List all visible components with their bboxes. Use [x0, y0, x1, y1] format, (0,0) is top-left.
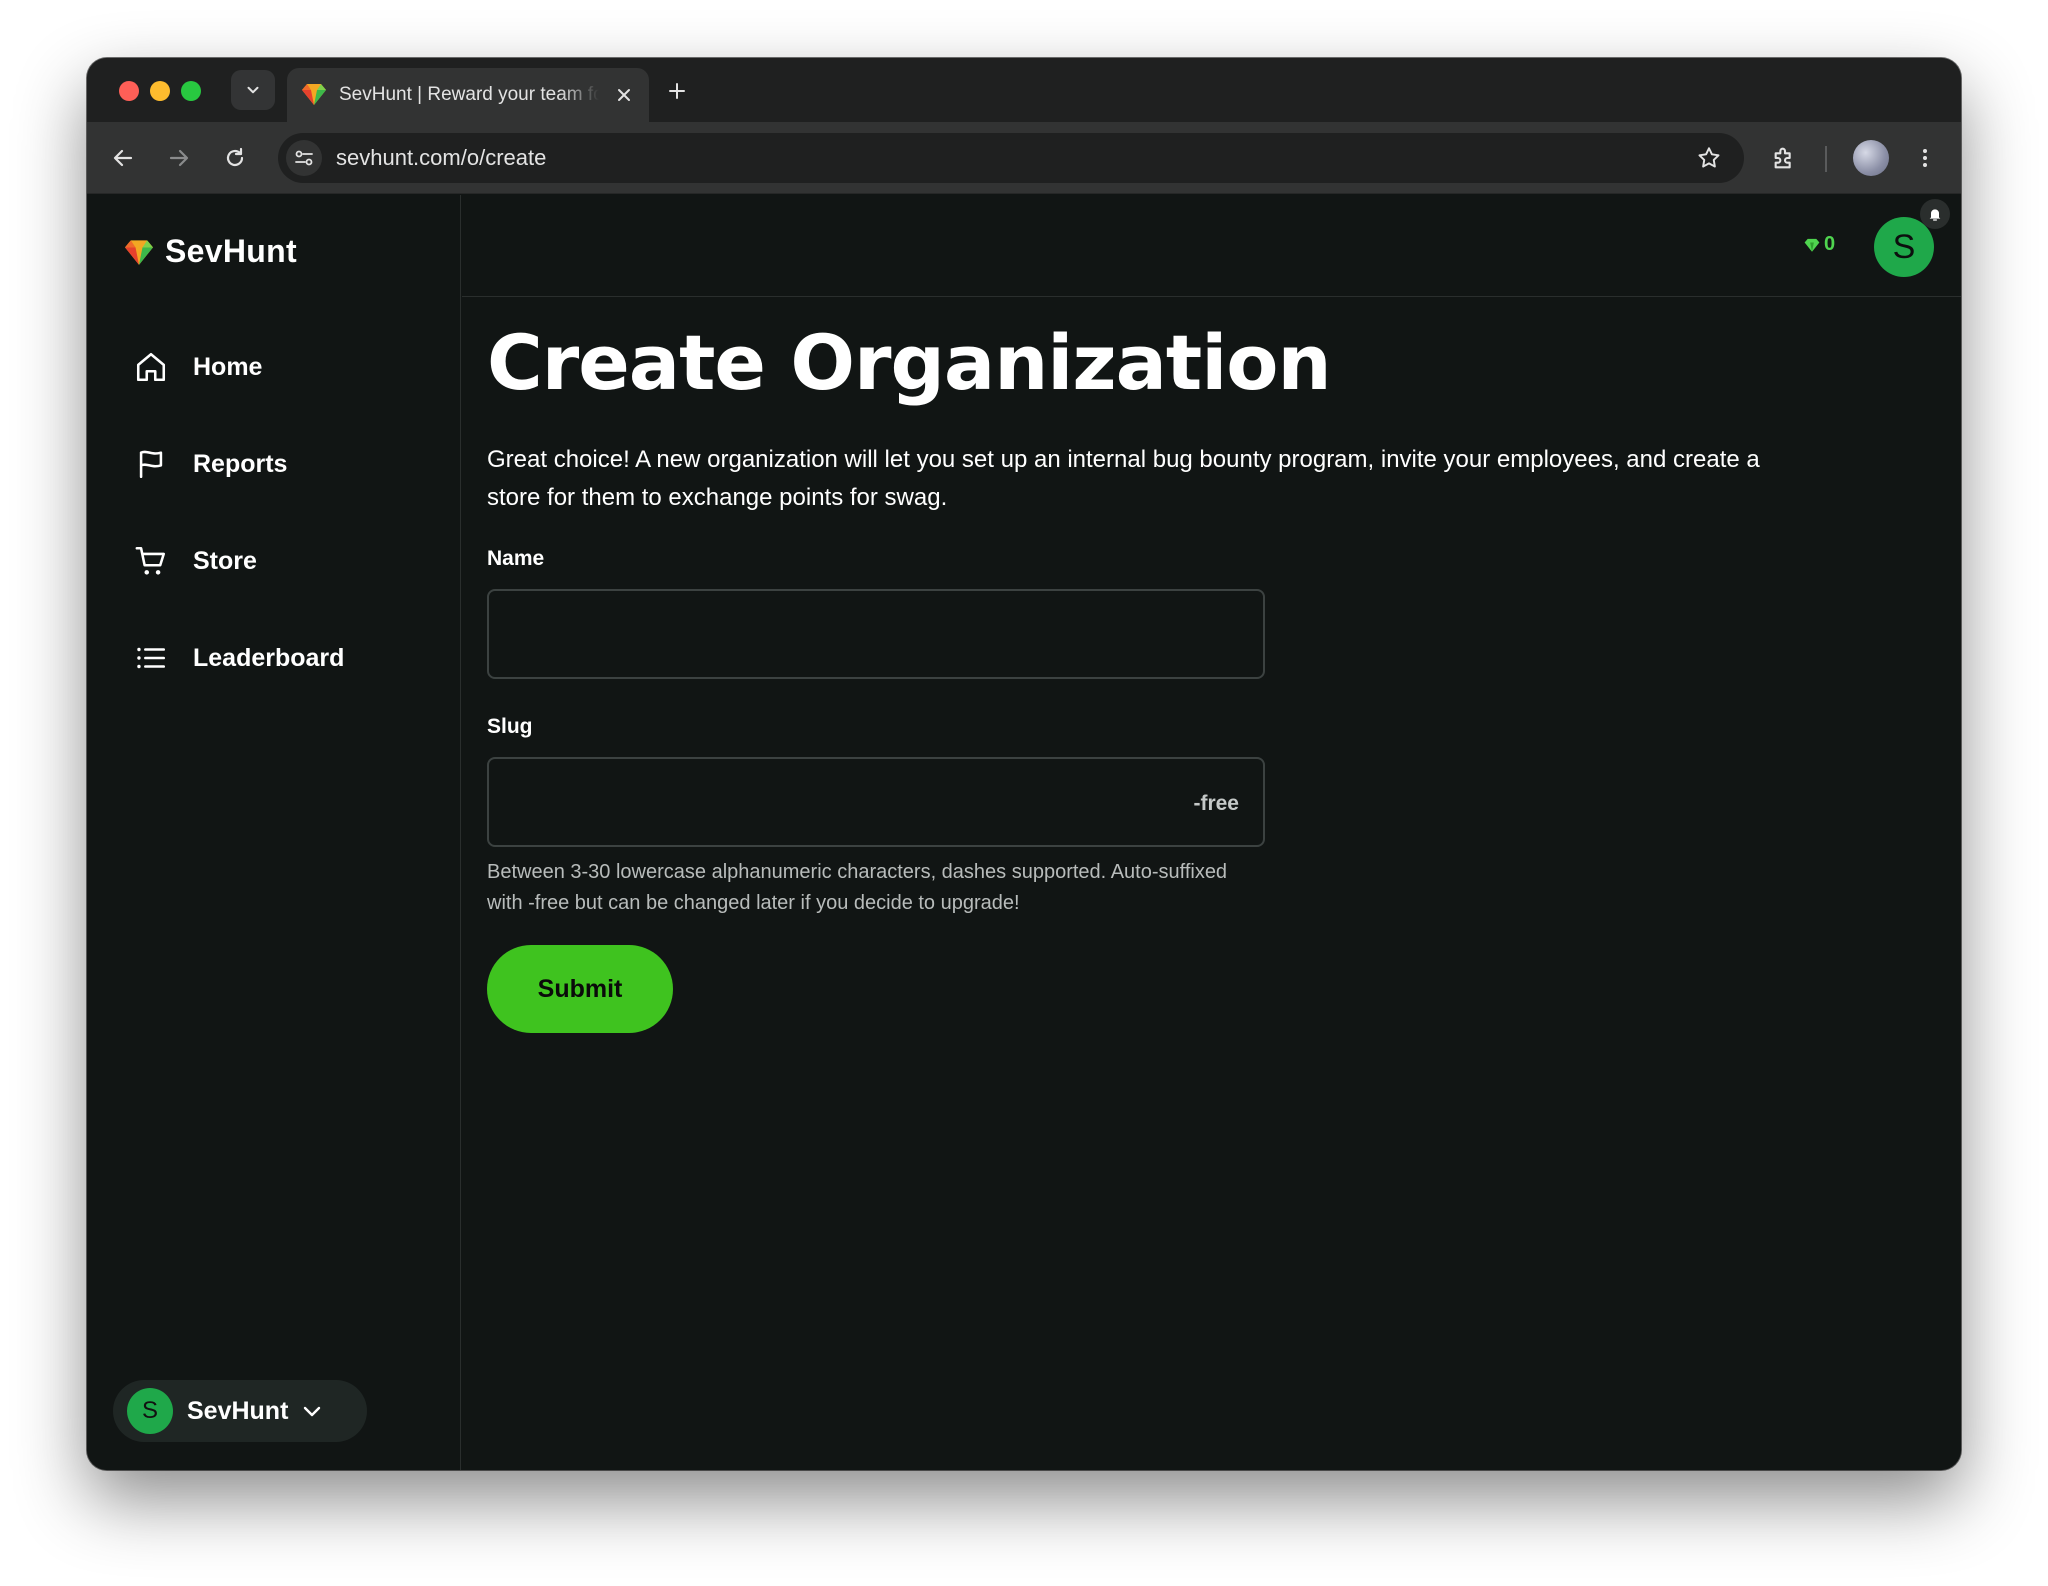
points-balance: 0: [1804, 233, 1835, 256]
org-switcher[interactable]: S SevHunt: [113, 1380, 367, 1442]
minimize-window-button[interactable]: [150, 81, 170, 101]
arrow-left-icon: [113, 149, 133, 167]
logo-text: SevHunt: [165, 233, 297, 269]
slug-label: Slug: [487, 715, 533, 738]
app-topbar: 0 S: [462, 195, 1961, 297]
puzzle-icon: [1774, 147, 1791, 169]
tab-title: SevHunt | Reward your team for finding b…: [339, 84, 599, 105]
home-icon: [133, 349, 169, 385]
address-bar[interactable]: sevhunt.com/o/create: [278, 133, 1744, 183]
tab-close-icon[interactable]: [613, 84, 635, 106]
maximize-window-button[interactable]: [181, 81, 201, 101]
name-input[interactable]: [489, 591, 1263, 677]
create-org-form: Name Slug -free Between 3-30 lowercase a…: [487, 547, 1867, 1033]
close-window-button[interactable]: [119, 81, 139, 101]
sidebar-item-home[interactable]: Home: [133, 345, 262, 389]
new-tab-button[interactable]: [662, 76, 692, 106]
browser-profile-avatar[interactable]: [1853, 140, 1889, 176]
sevhunt-app: SevHunt Home Reports Store Leaderboard S…: [87, 195, 1961, 1470]
browser-toolbar: sevhunt.com/o/create: [87, 122, 1961, 194]
sidebar-item-label: Leaderboard: [193, 643, 345, 672]
sevhunt-gem-icon: [301, 82, 327, 108]
plus-icon: [669, 83, 685, 99]
browser-tab[interactable]: SevHunt | Reward your team for finding b…: [287, 68, 649, 122]
back-button[interactable]: [105, 140, 141, 176]
reload-button[interactable]: [217, 140, 253, 176]
sidebar-item-leaderboard[interactable]: Leaderboard: [133, 636, 344, 680]
org-name: SevHunt: [187, 1396, 289, 1425]
name-field-wrapper: [487, 589, 1265, 679]
reload-icon: [226, 147, 244, 167]
browser-menu-button[interactable]: [1907, 140, 1943, 176]
page-intro: Great choice! A new organization will le…: [487, 446, 1760, 511]
cart-icon: [133, 543, 169, 579]
sidebar-item-reports[interactable]: Reports: [133, 442, 287, 486]
browser-titlebar: SevHunt | Reward your team for finding b…: [87, 58, 1961, 122]
page-title: Create Organization: [487, 318, 1332, 407]
arrow-right-icon: [169, 149, 189, 167]
sevhunt-gem-icon: [125, 239, 153, 265]
sidebar-item-label: Reports: [193, 449, 288, 478]
bookmark-star-icon[interactable]: [1696, 145, 1722, 176]
forward-button[interactable]: [161, 140, 197, 176]
url-text: sevhunt.com/o/create: [336, 145, 547, 170]
slug-input[interactable]: [489, 759, 1263, 845]
chevron-down-icon: [247, 86, 259, 94]
extensions-button[interactable]: [1767, 140, 1803, 176]
site-info-icon[interactable]: [286, 140, 322, 176]
notifications-button[interactable]: [1920, 199, 1950, 229]
sidebar-item-label: Home: [193, 352, 263, 381]
sidebar: SevHunt Home Reports Store Leaderboard S…: [87, 195, 461, 1470]
slug-field-wrapper: -free: [487, 757, 1265, 847]
main-content: Create Organization Great choice! A new …: [487, 325, 1867, 1033]
submit-button[interactable]: Submit: [487, 945, 673, 1033]
browser-window: SevHunt | Reward your team for finding b…: [87, 58, 1961, 1470]
bell-icon: [1929, 209, 1941, 221]
list-icon: [133, 640, 169, 676]
kebab-menu-icon: [1923, 149, 1927, 167]
slug-help-text: Between 3-30 lowercase alphanumeric char…: [487, 861, 1228, 914]
tab-search-button[interactable]: [231, 70, 275, 110]
app-logo[interactable]: SevHunt: [123, 233, 297, 270]
sidebar-item-label: Store: [193, 546, 257, 575]
sidebar-item-store[interactable]: Store: [133, 539, 257, 583]
toolbar-divider: [1825, 146, 1827, 172]
slug-suffix: -free: [1193, 792, 1239, 815]
org-avatar: S: [127, 1388, 173, 1434]
gem-icon: [1804, 238, 1820, 252]
name-label: Name: [487, 547, 545, 570]
chevron-down-icon: [300, 1399, 324, 1423]
points-value: 0: [1824, 233, 1836, 255]
flag-icon: [133, 446, 169, 482]
